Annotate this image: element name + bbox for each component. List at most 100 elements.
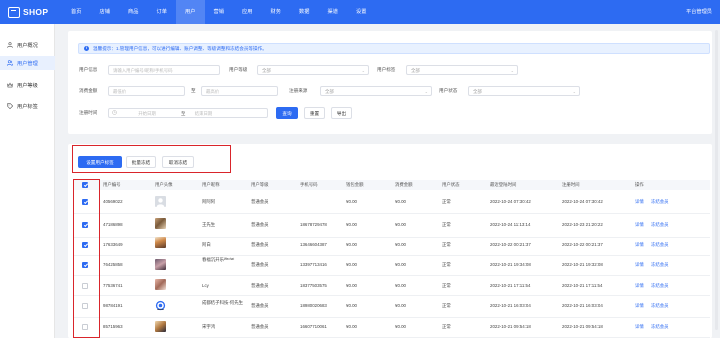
user-avatar[interactable] <box>155 218 166 229</box>
spend-label: 消费金额 <box>79 88 98 93</box>
user-id: 40569022 <box>103 199 123 204</box>
detail-link[interactable]: 详情 <box>635 242 644 248</box>
page-scrollbar[interactable] <box>715 30 718 330</box>
freeze-member-link[interactable]: 冻结会员 <box>651 262 669 268</box>
user-avatar[interactable] <box>155 196 166 207</box>
sidebar-item-user-level[interactable]: 用户等级 <box>0 78 55 92</box>
sidebar-item-label: 用户标签 <box>17 103 38 110</box>
app-logo[interactable]: SHOP <box>8 5 48 19</box>
range-separator: 至 <box>191 88 196 93</box>
spend-min-input[interactable]: 最低价 <box>108 86 185 96</box>
select-all-checkbox[interactable] <box>82 182 88 188</box>
column-header-last-login: 最近登陆时间 <box>490 182 517 187</box>
user-avatar[interactable] <box>155 279 166 290</box>
row-checkbox[interactable] <box>82 303 88 309</box>
user-id: 77536741 <box>103 283 123 288</box>
column-header-actions: 操作 <box>635 182 644 187</box>
spend-amount: ¥0.00 <box>395 199 406 204</box>
spend-amount: ¥0.00 <box>395 283 406 288</box>
detail-link[interactable]: 详情 <box>635 262 644 268</box>
nav-item-users[interactable]: 用户 <box>176 0 205 24</box>
detail-link[interactable]: 详情 <box>635 303 644 309</box>
freeze-member-link[interactable]: 冻结会员 <box>651 324 669 330</box>
date-range-picker[interactable]: 开始日期 至 结束日期 <box>108 108 268 118</box>
sidebar-item-user-overview[interactable]: 用户概况 <box>0 38 55 52</box>
export-button[interactable]: 导出 <box>331 107 352 119</box>
reset-button[interactable]: 重置 <box>304 107 325 119</box>
query-button[interactable]: 查询 <box>276 107 298 119</box>
user-nickname: Lcy <box>202 283 209 288</box>
user-level: 普通会员 <box>251 222 269 227</box>
admin-label[interactable]: 平台管理员 <box>686 0 712 24</box>
row-checkbox[interactable] <box>82 222 88 228</box>
nav-item-apps[interactable]: 应用 <box>233 0 262 24</box>
user-level-select[interactable]: 全部 ⌄ <box>257 65 369 75</box>
user-phone: 18980020683 <box>300 303 327 308</box>
nav-item-store[interactable]: 店铺 <box>91 0 120 24</box>
nav-item-goods[interactable]: 商品 <box>119 0 148 24</box>
status-select[interactable]: 全部 ⌄ <box>468 86 580 96</box>
detail-link[interactable]: 详情 <box>635 222 644 228</box>
sidebar-item-user-tags[interactable]: 用户标签 <box>0 99 55 113</box>
user-id: 17633649 <box>103 242 123 247</box>
nav-item-channels[interactable]: 渠道 <box>319 0 348 24</box>
column-header-status: 用户状态 <box>442 182 460 187</box>
register-time: 2022-10-21 19:32:08 <box>562 262 603 267</box>
row-checkbox[interactable] <box>82 324 88 330</box>
register-time: 2022-10-24 07:30:42 <box>562 199 603 204</box>
nav-item-data[interactable]: 数据 <box>290 0 319 24</box>
nav-item-settings[interactable]: 设置 <box>347 0 376 24</box>
spend-max-input[interactable]: 最高价 <box>201 86 278 96</box>
user-nickname: 阿白 <box>202 242 211 247</box>
nav-item-marketing[interactable]: 营销 <box>205 0 234 24</box>
chevron-down-icon: ⌄ <box>361 68 365 73</box>
row-checkbox[interactable] <box>82 283 88 289</box>
spend-amount: ¥0.00 <box>395 242 406 247</box>
user-status: 正常 <box>442 283 451 288</box>
wallet-amount: ¥0.00 <box>346 283 357 288</box>
status-label: 用户状态 <box>439 88 458 93</box>
source-select[interactable]: 全部 ⌄ <box>320 86 432 96</box>
user-tag-select[interactable]: 全部 ⌄ <box>406 65 518 75</box>
row-checkbox[interactable] <box>82 199 88 205</box>
user-phone: 16607710061 <box>300 324 327 329</box>
last-login-time: 2022-10-21 17:11:54 <box>490 283 531 288</box>
column-header-phone: 手机号码 <box>300 182 318 187</box>
table-row <box>74 190 710 214</box>
freeze-member-link[interactable]: 冻结会员 <box>651 283 669 289</box>
register-time: 2022-10-21 17:11:54 <box>562 283 603 288</box>
user-status: 正常 <box>442 262 451 267</box>
nav-item-orders[interactable]: 订单 <box>148 0 177 24</box>
row-checkbox[interactable] <box>82 242 88 248</box>
table-row <box>74 214 710 238</box>
user-info-label: 用户信息 <box>79 67 98 72</box>
freeze-member-link[interactable]: 冻结会员 <box>651 242 669 248</box>
freeze-member-link[interactable]: 冻结会员 <box>651 303 669 309</box>
user-level: 普通会员 <box>251 283 269 288</box>
start-date-placeholder: 开始日期 <box>138 111 156 116</box>
user-avatar[interactable] <box>155 300 166 311</box>
detail-link[interactable]: 详情 <box>635 283 644 289</box>
batch-freeze-button[interactable]: 批量冻结 <box>126 156 156 168</box>
user-nickname: 成都桔子科技-何先生 <box>202 300 243 305</box>
unfreeze-button[interactable]: 取消冻结 <box>162 156 194 168</box>
freeze-member-link[interactable]: 冻结会员 <box>651 199 669 205</box>
user-avatar[interactable] <box>155 259 166 270</box>
row-checkbox[interactable] <box>82 262 88 268</box>
detail-link[interactable]: 详情 <box>635 199 644 205</box>
logo-text: SHOP <box>23 7 49 17</box>
last-login-time: 2022-10-21 09:54:18 <box>490 324 531 329</box>
detail-link[interactable]: 详情 <box>635 324 644 330</box>
nav-item-home[interactable]: 首页 <box>62 0 91 24</box>
freeze-member-link[interactable]: 冻结会员 <box>651 222 669 228</box>
spend-amount: ¥0.00 <box>395 324 406 329</box>
set-tag-button[interactable]: 设置用户标签 <box>78 156 122 168</box>
user-info-input[interactable]: 请输入用户编号/昵称/手机号码 <box>108 65 220 75</box>
nav-item-finance[interactable]: 财务 <box>262 0 291 24</box>
user-avatar[interactable] <box>155 321 166 332</box>
source-value: 全部 <box>325 89 334 94</box>
sidebar-item-user-management[interactable]: 用户管理 <box>0 56 55 70</box>
tip-banner: i 温馨提示：1.管理用户信息，可以进行编辑、账户调整、等级调整和冻结会员等操作… <box>78 43 710 54</box>
user-avatar[interactable] <box>155 237 166 248</box>
user-level: 普通会员 <box>251 324 269 329</box>
